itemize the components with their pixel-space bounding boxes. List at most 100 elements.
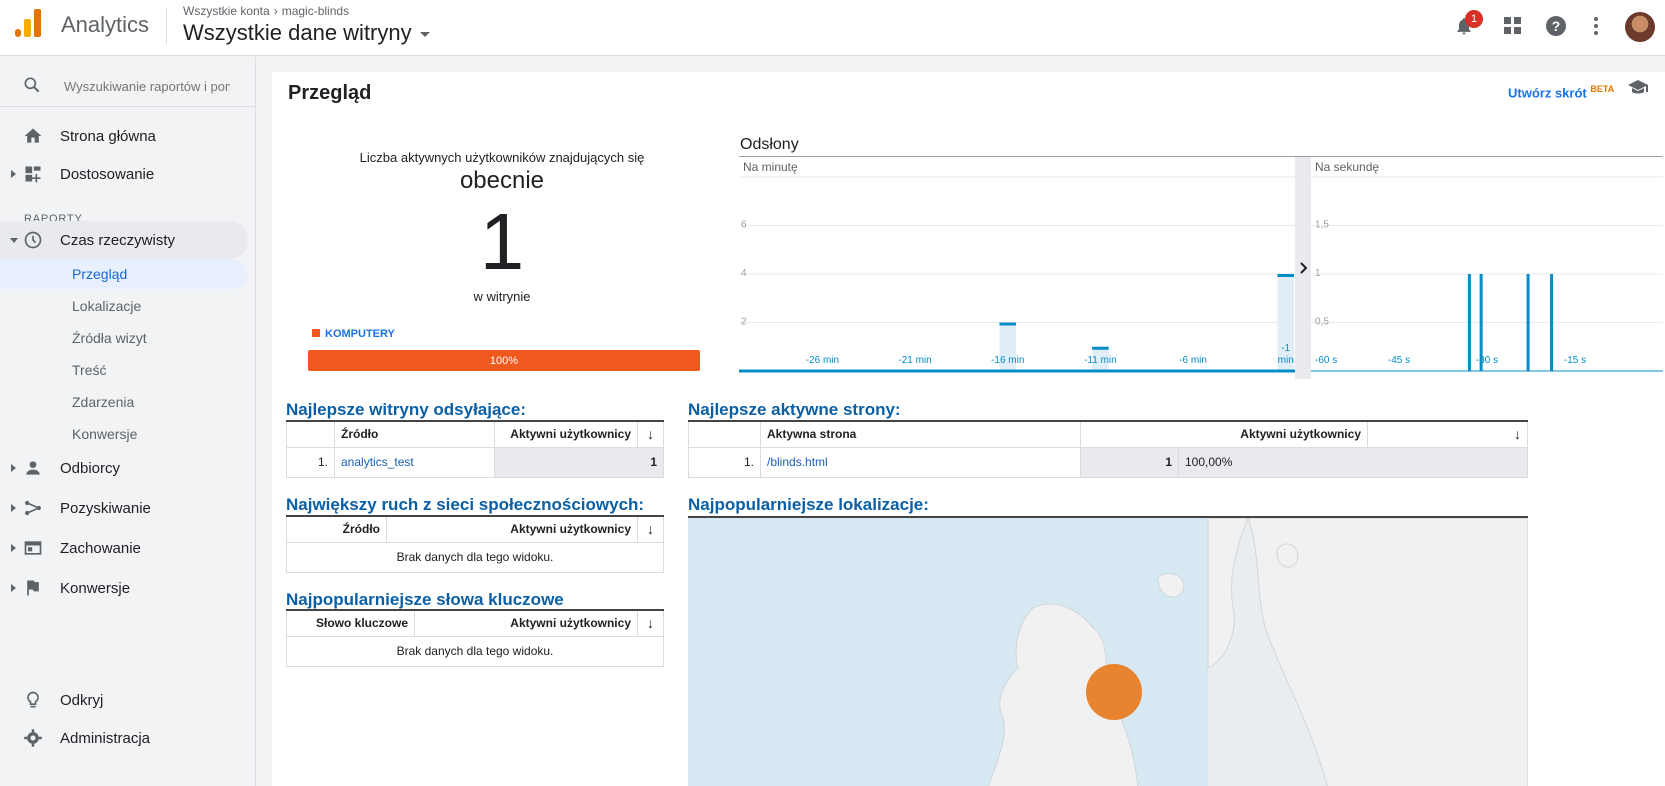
- page-users: 1: [1080, 446, 1179, 478]
- sidebar-subitem-locations[interactable]: Lokalizacje: [0, 291, 248, 321]
- active-users-on-site: w witrynie: [473, 289, 531, 304]
- table-row: Brak danych dla tego widoku.: [286, 541, 664, 573]
- x-tick-label: -11 min: [1084, 355, 1117, 366]
- x-tick-label: -16 min: [991, 355, 1024, 366]
- sidebar-item-label: Zachowanie: [60, 539, 141, 557]
- x-tick-label: -6 min: [1179, 355, 1207, 366]
- sidebar-item-label: Odkryj: [60, 691, 104, 709]
- sidebar-item-discover[interactable]: Odkryj: [0, 681, 248, 719]
- sidebar-subitem-events[interactable]: Zdarzenia: [0, 387, 248, 417]
- sort-arrow-icon[interactable]: ↓: [637, 516, 664, 543]
- keywords-title: Najpopularniejsze słowa kluczowe: [286, 590, 564, 609]
- panel-separator: [1295, 157, 1311, 379]
- panel-subtitle: Na sekundę: [1315, 160, 1379, 174]
- breadcrumb-property[interactable]: magic-blinds: [282, 4, 349, 18]
- y-tick-label: 2: [741, 317, 747, 328]
- sidebar-item-home[interactable]: Strona główna: [0, 117, 248, 155]
- bar: [1550, 274, 1554, 371]
- sidebar-item-label: Czas rzeczywisty: [60, 231, 176, 249]
- sidebar-item-label: Konwersje: [60, 579, 131, 597]
- breadcrumb[interactable]: Wszystkie konta › magic-blinds: [183, 4, 349, 18]
- row-index: 1.: [286, 446, 335, 478]
- create-shortcut-link[interactable]: Utwórz skrót BETA: [1508, 84, 1614, 100]
- expand-arrow-icon[interactable]: [11, 170, 16, 178]
- col-header-source[interactable]: Źródło: [286, 516, 387, 543]
- location-marker[interactable]: [1086, 664, 1142, 720]
- graduation-cap-icon[interactable]: [1627, 79, 1649, 97]
- sort-arrow-icon[interactable]: ↓: [637, 421, 664, 448]
- bar: [1092, 346, 1109, 350]
- breadcrumb-account[interactable]: Wszystkie konta: [183, 4, 270, 18]
- y-tick-label: 1,5: [1315, 220, 1329, 231]
- sidebar-item-admin[interactable]: Administracja: [0, 719, 248, 757]
- view-selector[interactable]: Wszystkie dane witryny: [183, 20, 430, 46]
- x-tick-label: -26 min: [806, 355, 839, 366]
- page-title: Przegląd: [288, 82, 372, 104]
- search-input[interactable]: [64, 75, 230, 97]
- lightbulb-icon: [27, 691, 39, 708]
- referral-source-link[interactable]: analytics_test: [334, 446, 495, 478]
- sidebar-item-label: Dostosowanie: [60, 165, 155, 183]
- analytics-logo-icon[interactable]: [14, 9, 42, 37]
- y-tick-label: 6: [741, 220, 747, 231]
- y-tick-label: 0,5: [1315, 317, 1329, 328]
- expand-arrow-icon[interactable]: [11, 504, 16, 512]
- sidebar-subitem-overview[interactable]: Przegląd: [0, 259, 248, 289]
- sidebar-item-audience[interactable]: Odbiorcy: [0, 449, 248, 487]
- sidebar-item-behavior[interactable]: Zachowanie: [0, 529, 248, 567]
- bar: [1277, 274, 1294, 277]
- pageviews-chart: Na minutę 2 4 6 -26 min -21 min -16 min -11 min…: [739, 156, 1663, 379]
- sort-arrow-icon[interactable]: ↓: [637, 610, 664, 637]
- sidebar-subitem-content[interactable]: Treść: [0, 355, 248, 385]
- map-svg: [688, 518, 1528, 786]
- locations-map[interactable]: [688, 516, 1528, 786]
- pageviews-chart-svg: Na minutę246-26 min -21 min -16 min -11 min…: [739, 157, 1663, 379]
- col-header-users[interactable]: Aktywni użytkownicy: [1080, 421, 1368, 448]
- x-tick-label: min: [1278, 355, 1294, 366]
- sidebar-item-realtime[interactable]: Czas rzeczywisty: [0, 221, 248, 259]
- expand-arrow-icon[interactable]: [11, 584, 16, 592]
- col-header-keyword[interactable]: Słowo kluczowe: [286, 610, 415, 637]
- flag-icon: [27, 580, 39, 596]
- header-divider: [166, 8, 167, 44]
- sidebar-item-label: Pozyskiwanie: [60, 499, 151, 517]
- col-header-source[interactable]: Źródło: [334, 421, 495, 448]
- help-icon[interactable]: ?: [1544, 14, 1568, 38]
- sidebar: Strona główna Dostosowanie RAPORTY Czas …: [0, 57, 256, 786]
- sort-arrow-icon[interactable]: ↓: [1367, 421, 1528, 448]
- legend-swatch: [312, 329, 320, 337]
- search-icon: [24, 77, 40, 93]
- active-users-now: obecnie: [459, 167, 545, 194]
- x-tick-label: -1: [1281, 343, 1290, 354]
- apps-grid-icon[interactable]: [1501, 14, 1525, 38]
- row-index: 1.: [688, 446, 761, 478]
- more-vert-icon[interactable]: [1584, 14, 1608, 38]
- col-header-users[interactable]: Aktywni użytkownicy: [386, 516, 638, 543]
- expand-arrow-icon[interactable]: [11, 464, 16, 472]
- active-page-link[interactable]: /blinds.html: [760, 446, 1081, 478]
- report-search: [0, 67, 256, 107]
- table-row: Brak danych dla tego widoku.: [286, 635, 664, 667]
- collapse-arrow-icon[interactable]: [10, 237, 18, 243]
- view-name: Wszystkie dane witryny: [183, 20, 412, 45]
- referrals-table: Źródło Aktywni użytkownicy ↓ 1. analytic…: [286, 420, 664, 478]
- x-tick-label: -45 s: [1388, 355, 1410, 366]
- expand-arrow-icon[interactable]: [11, 544, 16, 552]
- app-name: Analytics: [61, 12, 150, 37]
- bar: [999, 322, 1016, 326]
- sidebar-item-acquisition[interactable]: Pozyskiwanie: [0, 489, 248, 527]
- bar: [1467, 274, 1471, 371]
- user-avatar[interactable]: [1625, 12, 1655, 42]
- col-header-users[interactable]: Aktywni użytkownicy: [494, 421, 638, 448]
- sidebar-subitem-traffic-sources[interactable]: Źródła wizyt: [0, 323, 248, 353]
- col-header-page[interactable]: Aktywna strona: [760, 421, 1081, 448]
- sidebar-item-conversions[interactable]: Konwersje: [0, 569, 248, 607]
- svg-text:?: ?: [1552, 18, 1561, 34]
- active-pages-title: Najlepsze aktywne strony:: [688, 400, 901, 419]
- col-header-users[interactable]: Aktywni użytkownicy: [414, 610, 638, 637]
- active-users-panel: Liczba aktywnych użytkowników znajdujący…: [302, 150, 702, 304]
- bar: [1526, 274, 1530, 371]
- sidebar-item-customize[interactable]: Dostosowanie: [0, 155, 248, 193]
- referrals-title: Najlepsze witryny odsyłające:: [286, 400, 526, 419]
- sidebar-subitem-conversions[interactable]: Konwersje: [0, 419, 248, 449]
